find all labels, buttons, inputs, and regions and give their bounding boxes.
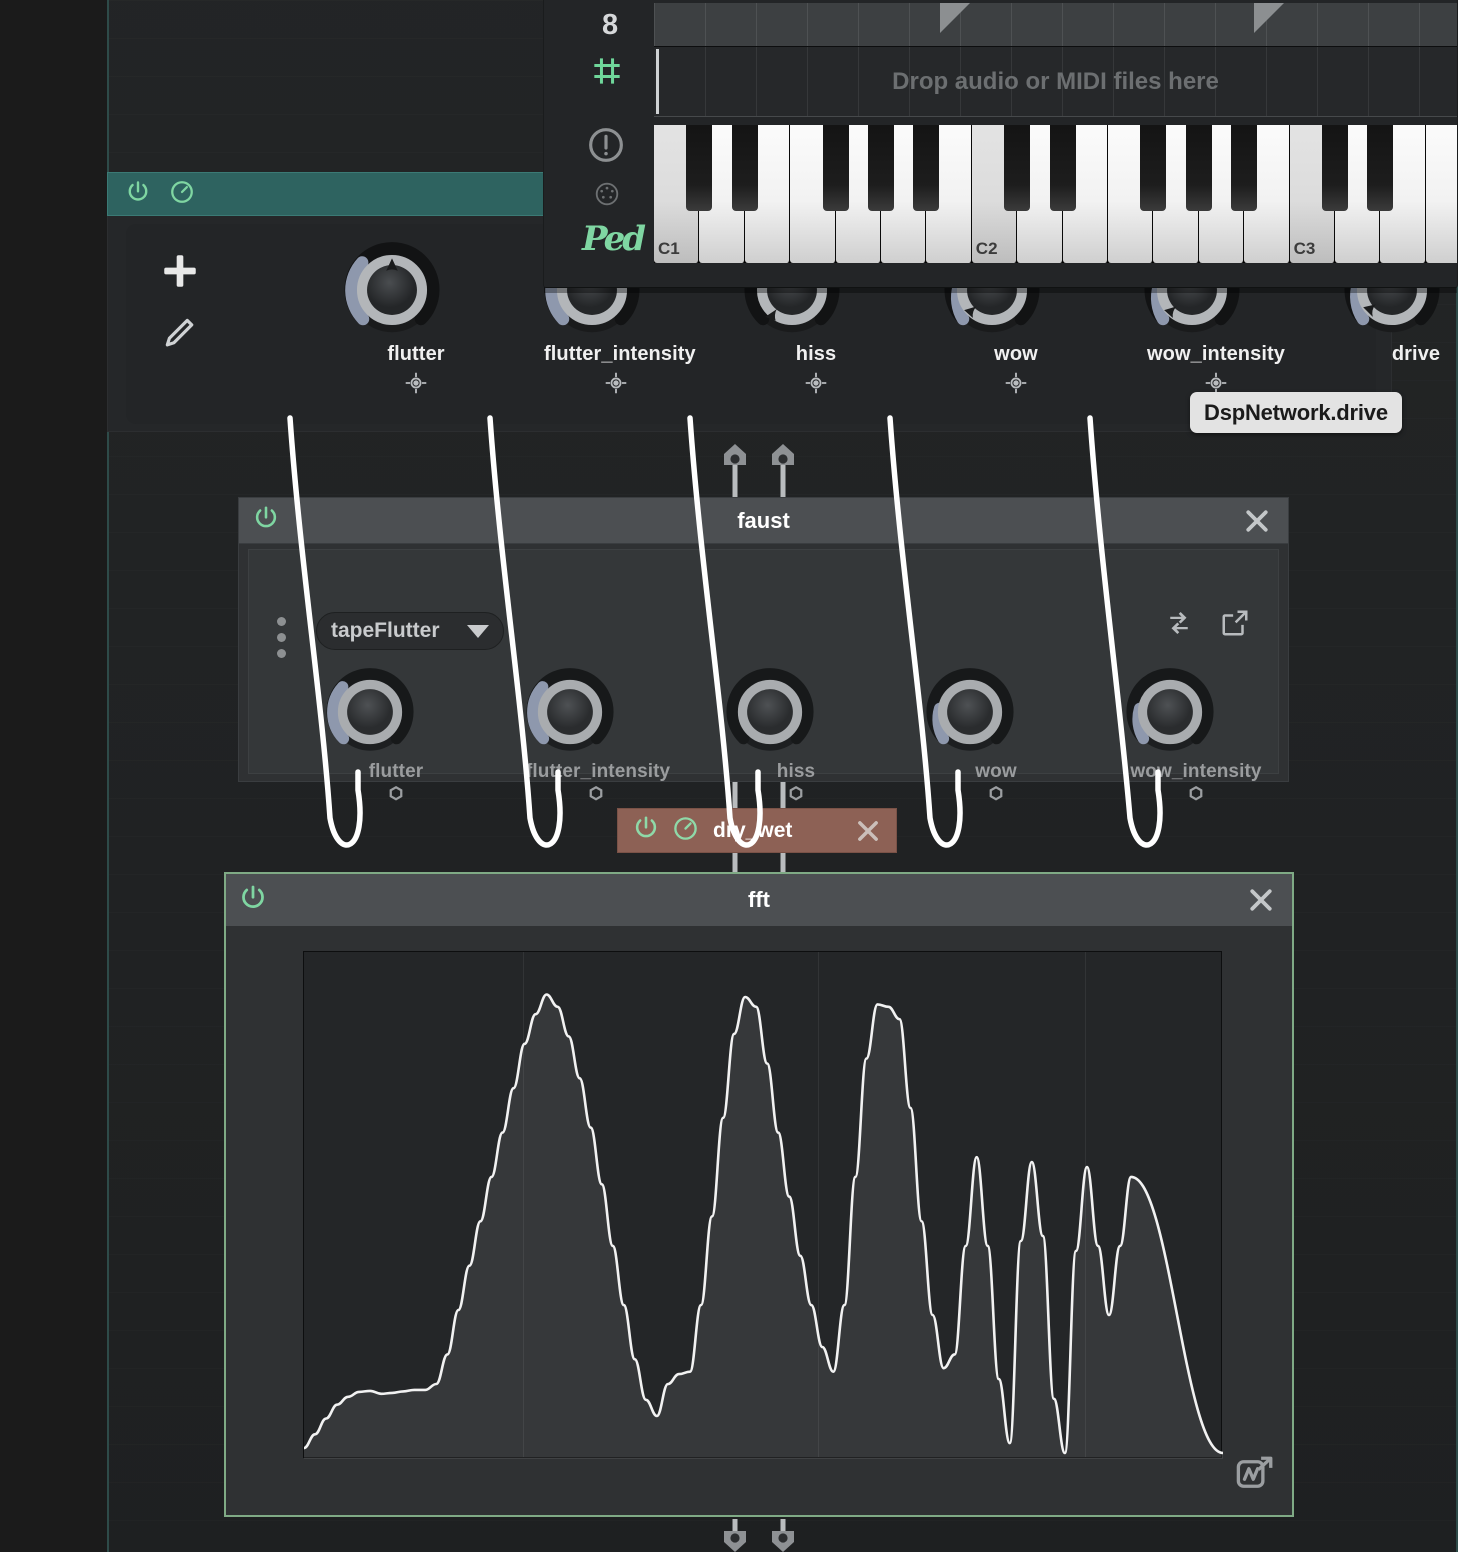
- parameter-pin-icon[interactable]: [787, 785, 805, 803]
- chevron-down-icon[interactable]: [467, 624, 489, 638]
- modulation-pin-icon[interactable]: [1003, 370, 1029, 396]
- exclamation-circle-icon[interactable]: [586, 125, 626, 170]
- parameter-pin-icon[interactable]: [987, 785, 1005, 803]
- faust-file-dropdown[interactable]: tapeFlutter: [316, 612, 504, 650]
- knob-dial[interactable]: [926, 668, 1066, 756]
- sustain-pedal-icon[interactable]: Ped: [582, 219, 646, 259]
- knob-dial[interactable]: [1126, 668, 1266, 756]
- knob-label: hiss: [795, 343, 837, 365]
- voice-count: 8: [602, 9, 619, 41]
- reload-icon[interactable]: [1164, 608, 1194, 643]
- loop-marker[interactable]: [1254, 3, 1284, 33]
- faust-file-value: tapeFlutter: [331, 619, 440, 642]
- knob-flutter[interactable]: flutter: [344, 242, 488, 396]
- close-icon[interactable]: [1242, 506, 1272, 536]
- grid-icon[interactable]: [588, 52, 626, 95]
- plus-icon[interactable]: [159, 255, 201, 296]
- modulation-pin-icon[interactable]: [603, 370, 629, 396]
- faust-node-header[interactable]: faust: [238, 497, 1289, 544]
- audio-midi-dropzone[interactable]: Drop audio or MIDI files here: [654, 47, 1457, 117]
- piano-white-key[interactable]: [1425, 125, 1457, 263]
- midi-timeline-ruler[interactable]: [654, 3, 1457, 47]
- faust-knob-flutter[interactable]: flutter: [326, 668, 466, 803]
- knob-label: hiss: [776, 761, 816, 782]
- piano-black-key[interactable]: [822, 125, 849, 211]
- fft-node-title: fft: [748, 887, 770, 912]
- dry-wet-title: dry_wet: [713, 818, 793, 842]
- parameter-pin-icon[interactable]: [1187, 785, 1205, 803]
- parameter-tooltip: DspNetwork.drive: [1190, 392, 1402, 433]
- faust-node-content: tapeFlutter flutter flutter_intensity hi…: [248, 549, 1279, 801]
- piano-black-key[interactable]: [1185, 125, 1212, 211]
- piano-black-key[interactable]: [1367, 125, 1394, 211]
- spectrum-trace: [304, 993, 1223, 1459]
- piano-black-key[interactable]: [1231, 125, 1258, 211]
- bypass-icon[interactable]: [169, 179, 195, 210]
- external-link-icon[interactable]: [1220, 608, 1250, 643]
- piano-black-key[interactable]: [1140, 125, 1167, 211]
- knob-label: flutter: [387, 343, 445, 365]
- faust-node-body: tapeFlutter flutter flutter_intensity hi…: [238, 544, 1289, 801]
- piano-black-key[interactable]: [1004, 125, 1031, 211]
- modulation-pin-icon[interactable]: [803, 370, 829, 396]
- midi-din-icon[interactable]: [594, 181, 620, 212]
- plugin-editor-window: flutter flutter_intensity hiss wow wow_i…: [0, 0, 1458, 1552]
- faust-knob-wow[interactable]: wow: [926, 668, 1066, 803]
- close-icon[interactable]: [1246, 885, 1276, 915]
- piano-black-key[interactable]: [868, 125, 894, 211]
- piano-black-key[interactable]: [686, 125, 713, 211]
- piano-black-key[interactable]: [913, 125, 940, 211]
- close-icon[interactable]: [854, 817, 882, 845]
- fft-spectrum-display[interactable]: [303, 951, 1223, 1459]
- piano-black-key[interactable]: [1049, 125, 1076, 211]
- dropzone-label: Drop audio or MIDI files here: [892, 67, 1219, 95]
- modulation-pin-icon[interactable]: [403, 370, 429, 396]
- playhead-cursor: [656, 49, 659, 114]
- power-icon[interactable]: [632, 814, 660, 847]
- knob-label: flutter_intensity: [526, 761, 671, 782]
- piano-black-key[interactable]: [731, 125, 758, 211]
- container-tools: [159, 250, 203, 358]
- pencil-icon[interactable]: [159, 318, 197, 357]
- bypass-icon[interactable]: [672, 815, 699, 847]
- knob-label: wow: [994, 343, 1038, 365]
- power-icon[interactable]: [125, 179, 151, 210]
- knob-label: wow_intensity: [1130, 761, 1262, 782]
- knob-label: wow: [975, 761, 1017, 782]
- knob-label: wow_intensity: [1147, 343, 1285, 365]
- faust-knob-wow-intensity[interactable]: wow_intensity: [1126, 668, 1266, 803]
- piano-keyboard[interactable]: C1 C2 C3: [654, 125, 1457, 263]
- knob-label: flutter: [368, 761, 424, 782]
- knob-dial[interactable]: [726, 668, 866, 756]
- faust-node-tools: [1164, 608, 1250, 643]
- knob-label: flutter_intensity: [544, 343, 696, 365]
- knob-dial[interactable]: [526, 668, 666, 756]
- panel-shadow: [544, 287, 1457, 293]
- faust-knob-hiss[interactable]: hiss: [726, 668, 866, 803]
- knob-dial[interactable]: [326, 668, 466, 756]
- key-label: C3: [1293, 239, 1316, 258]
- faust-node-title: faust: [737, 507, 790, 533]
- key-label: C2: [975, 239, 998, 258]
- kebab-menu-icon[interactable]: [277, 617, 286, 665]
- keyboard-base: [654, 263, 1457, 273]
- piano-black-key[interactable]: [1322, 125, 1348, 211]
- faust-knob-flutter-intensity[interactable]: flutter_intensity: [526, 668, 671, 803]
- key-label: C1: [658, 239, 680, 258]
- fft-node-body: [226, 926, 1292, 1515]
- playhead-marker[interactable]: [940, 3, 970, 33]
- midi-side-toolbar: 8 Ped: [544, 0, 654, 287]
- fft-node-header[interactable]: fft: [226, 874, 1292, 926]
- knob-dial[interactable]: [344, 242, 488, 338]
- faust-node[interactable]: faust tapeFlutter flutter flutter_intens…: [238, 497, 1289, 801]
- knob-label: drive: [1391, 343, 1441, 365]
- midi-keyboard-panel[interactable]: 8 Ped Drop audio or MIDI files here C1 C…: [543, 0, 1458, 293]
- fft-node[interactable]: fft: [224, 872, 1294, 1517]
- parameter-pin-icon[interactable]: [387, 785, 405, 803]
- parameter-pin-icon[interactable]: [587, 785, 605, 803]
- open-in-window-icon[interactable]: [1234, 1453, 1276, 1495]
- dry-wet-node[interactable]: dry_wet: [617, 808, 897, 853]
